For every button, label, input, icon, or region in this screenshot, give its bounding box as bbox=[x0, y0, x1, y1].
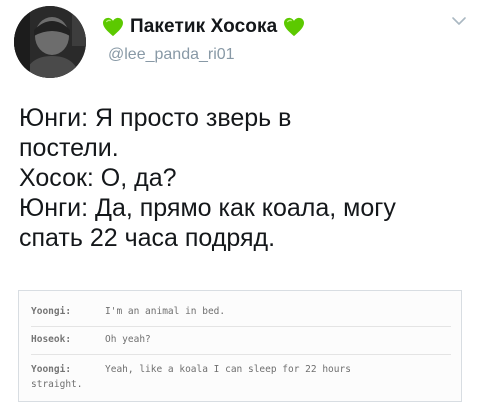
chat-message-continuation: straight. bbox=[31, 379, 83, 390]
tweet-card: Пакетик Хосока @lee_panda_ri01 Юнги: Я п… bbox=[0, 0, 480, 405]
chevron-down-icon[interactable] bbox=[451, 15, 467, 27]
avatar[interactable] bbox=[14, 6, 86, 78]
green-heart-icon bbox=[284, 17, 305, 37]
tweet-text: Юнги: Я просто зверь в постели. Хосок: О… bbox=[19, 103, 474, 253]
chat-speaker: Yoongi: bbox=[31, 364, 72, 375]
chat-message: Oh yeah? bbox=[105, 334, 151, 345]
avatar-image bbox=[14, 6, 86, 78]
user-handle[interactable]: @lee_panda_ri01 bbox=[108, 46, 235, 64]
chat-message: Yeah, like a koala I can sleep for 22 ho… bbox=[105, 364, 351, 375]
chat-divider bbox=[31, 326, 451, 327]
tweet-text-line: постели. bbox=[19, 134, 119, 162]
display-name: Пакетик Хосока bbox=[130, 16, 278, 37]
chat-speaker: Hoseok: bbox=[31, 334, 72, 345]
chat-message: I'm an animal in bed. bbox=[105, 306, 226, 317]
attached-chat-image[interactable]: Yoongi: I'm an animal in bed. Hoseok: Oh… bbox=[18, 290, 462, 402]
chat-speaker: Yoongi: bbox=[31, 306, 72, 317]
green-heart-icon bbox=[103, 17, 123, 37]
tweet-text-line: Юнги: Я просто зверь в bbox=[19, 104, 292, 132]
tweet-text-line: Юнги: Да, прямо как коала, могу bbox=[19, 194, 396, 222]
tweet-text-line: Хосок: О, да? bbox=[19, 164, 177, 192]
tweet-text-line: спать 22 часа подряд. bbox=[19, 224, 276, 252]
chat-divider bbox=[31, 354, 451, 355]
display-name-row[interactable]: Пакетик Хосока bbox=[102, 15, 305, 39]
